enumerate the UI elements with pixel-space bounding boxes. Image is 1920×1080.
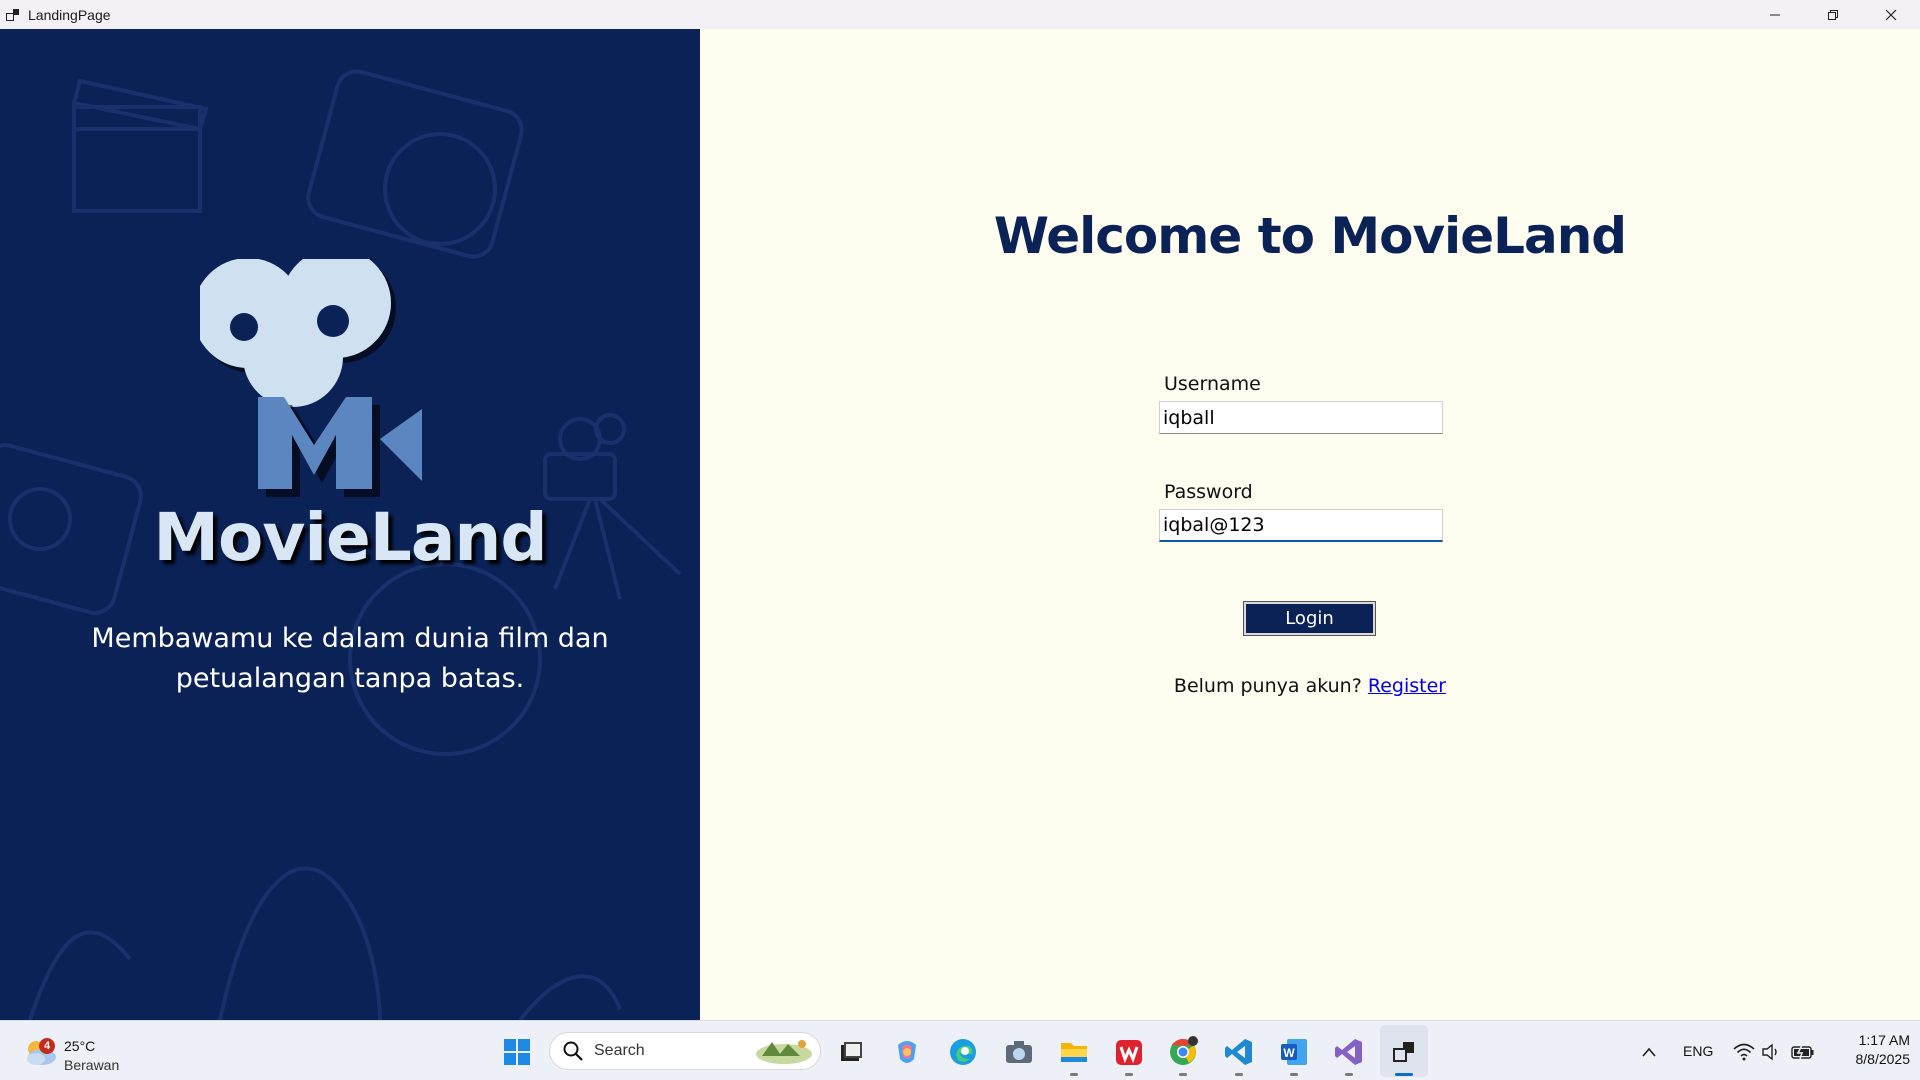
app-window-icon bbox=[6, 8, 20, 22]
clock-time: 1:17 AM bbox=[1858, 1032, 1910, 1048]
chrome-browser-icon bbox=[1170, 1036, 1198, 1065]
landingpage-app-icon bbox=[1393, 1042, 1414, 1062]
vscode-icon bbox=[1225, 1039, 1252, 1065]
battery-button[interactable] bbox=[1786, 1035, 1820, 1069]
landingpage-indicator bbox=[1395, 1073, 1413, 1076]
visual-studio-indicator bbox=[1345, 1073, 1353, 1076]
weather-widget[interactable]: 4 25°C Berawan bbox=[22, 1029, 142, 1073]
wps-indicator bbox=[1125, 1073, 1133, 1076]
welcome-heading: Welcome to MovieLand bbox=[993, 207, 1627, 265]
window-title: LandingPage bbox=[28, 6, 111, 23]
show-hidden-icons-button[interactable] bbox=[1632, 1035, 1666, 1069]
minimize-button[interactable] bbox=[1746, 0, 1804, 29]
file-explorer-indicator bbox=[1070, 1073, 1078, 1076]
close-button[interactable] bbox=[1862, 0, 1920, 29]
password-field[interactable]: iqbal@123 bbox=[1159, 509, 1443, 542]
tagline-line-2: petualangan tanpa batas. bbox=[175, 663, 525, 694]
wps-office-icon bbox=[1116, 1040, 1142, 1065]
username-value: iqball bbox=[1163, 406, 1215, 429]
edge-button[interactable] bbox=[946, 1035, 980, 1069]
task-view-button[interactable] bbox=[834, 1035, 868, 1069]
copilot-icon bbox=[898, 1041, 916, 1063]
username-field[interactable]: iqball bbox=[1159, 401, 1443, 434]
login-panel: Welcome to MovieLand Username iqball Pas… bbox=[700, 29, 1920, 1020]
chrome-indicator bbox=[1179, 1073, 1187, 1076]
weather-badge: 4 bbox=[39, 1038, 55, 1054]
chevron-up-icon bbox=[1642, 1047, 1656, 1057]
file-explorer-button[interactable] bbox=[1057, 1035, 1091, 1069]
password-label: Password bbox=[1164, 481, 1253, 503]
word-icon: W bbox=[1281, 1039, 1307, 1065]
svg-text:W: W bbox=[1283, 1046, 1295, 1060]
branding-panel: MovieLand Membawamu ke dalam dunia film … bbox=[0, 29, 700, 1020]
start-button[interactable] bbox=[500, 1035, 534, 1069]
landingpage-app-button[interactable] bbox=[1387, 1035, 1421, 1069]
minimize-icon bbox=[1770, 14, 1780, 15]
folder-icon bbox=[1061, 1043, 1087, 1062]
brand-name: MovieLand bbox=[153, 499, 547, 576]
weather-temperature: 25°C bbox=[64, 1038, 96, 1054]
register-prompt-row: Belum punya akun? Register bbox=[700, 675, 1920, 697]
restore-icon bbox=[1828, 9, 1838, 20]
windows-logo-icon bbox=[504, 1039, 530, 1065]
task-view-icon bbox=[841, 1042, 862, 1061]
system-clock[interactable]: 1:17 AM 8/8/2025 bbox=[1820, 1031, 1911, 1069]
word-indicator bbox=[1290, 1073, 1298, 1076]
vscode-button[interactable] bbox=[1222, 1035, 1256, 1069]
search-highlight-icon bbox=[756, 1040, 812, 1064]
wifi-icon bbox=[1733, 1043, 1755, 1061]
clock-date: 8/8/2025 bbox=[1855, 1051, 1911, 1067]
vscode-indicator bbox=[1235, 1073, 1243, 1076]
register-prompt: Belum punya akun? bbox=[1173, 675, 1362, 697]
speaker-icon bbox=[1762, 1043, 1777, 1061]
weather-condition: Berawan bbox=[64, 1057, 120, 1073]
search-placeholder: Search bbox=[594, 1042, 645, 1059]
tagline: Membawamu ke dalam dunia film dan petual… bbox=[90, 619, 610, 699]
tagline-line-1: Membawamu ke dalam dunia film dan bbox=[91, 623, 609, 654]
taskbar: 4 25°C Berawan Search W ENG 1:17 AM 8/8/… bbox=[0, 1020, 1920, 1080]
language-indicator[interactable]: ENG bbox=[1683, 1043, 1713, 1059]
title-bar: LandingPage bbox=[0, 0, 1920, 29]
username-label: Username bbox=[1164, 373, 1261, 395]
taskbar-search[interactable]: Search bbox=[549, 1032, 821, 1070]
password-value: iqbal@123 bbox=[1163, 514, 1265, 536]
login-button[interactable]: Login bbox=[1243, 601, 1376, 636]
movie-camera-logo-icon bbox=[193, 248, 422, 497]
word-button[interactable]: W bbox=[1277, 1035, 1311, 1069]
wps-office-button[interactable] bbox=[1112, 1035, 1146, 1069]
volume-button[interactable] bbox=[1754, 1035, 1788, 1069]
copilot-button[interactable] bbox=[890, 1035, 924, 1069]
camera-icon bbox=[1006, 1041, 1032, 1063]
close-icon bbox=[1885, 9, 1897, 20]
register-link[interactable]: Register bbox=[1368, 675, 1446, 697]
search-icon bbox=[563, 1041, 583, 1061]
battery-charging-icon bbox=[1791, 1044, 1814, 1060]
visual-studio-icon bbox=[1335, 1039, 1362, 1065]
camera-app-button[interactable] bbox=[1002, 1035, 1036, 1069]
edge-browser-icon bbox=[950, 1039, 976, 1065]
chrome-button[interactable] bbox=[1166, 1035, 1200, 1069]
restore-button[interactable] bbox=[1804, 0, 1862, 29]
visual-studio-button[interactable] bbox=[1332, 1035, 1366, 1069]
